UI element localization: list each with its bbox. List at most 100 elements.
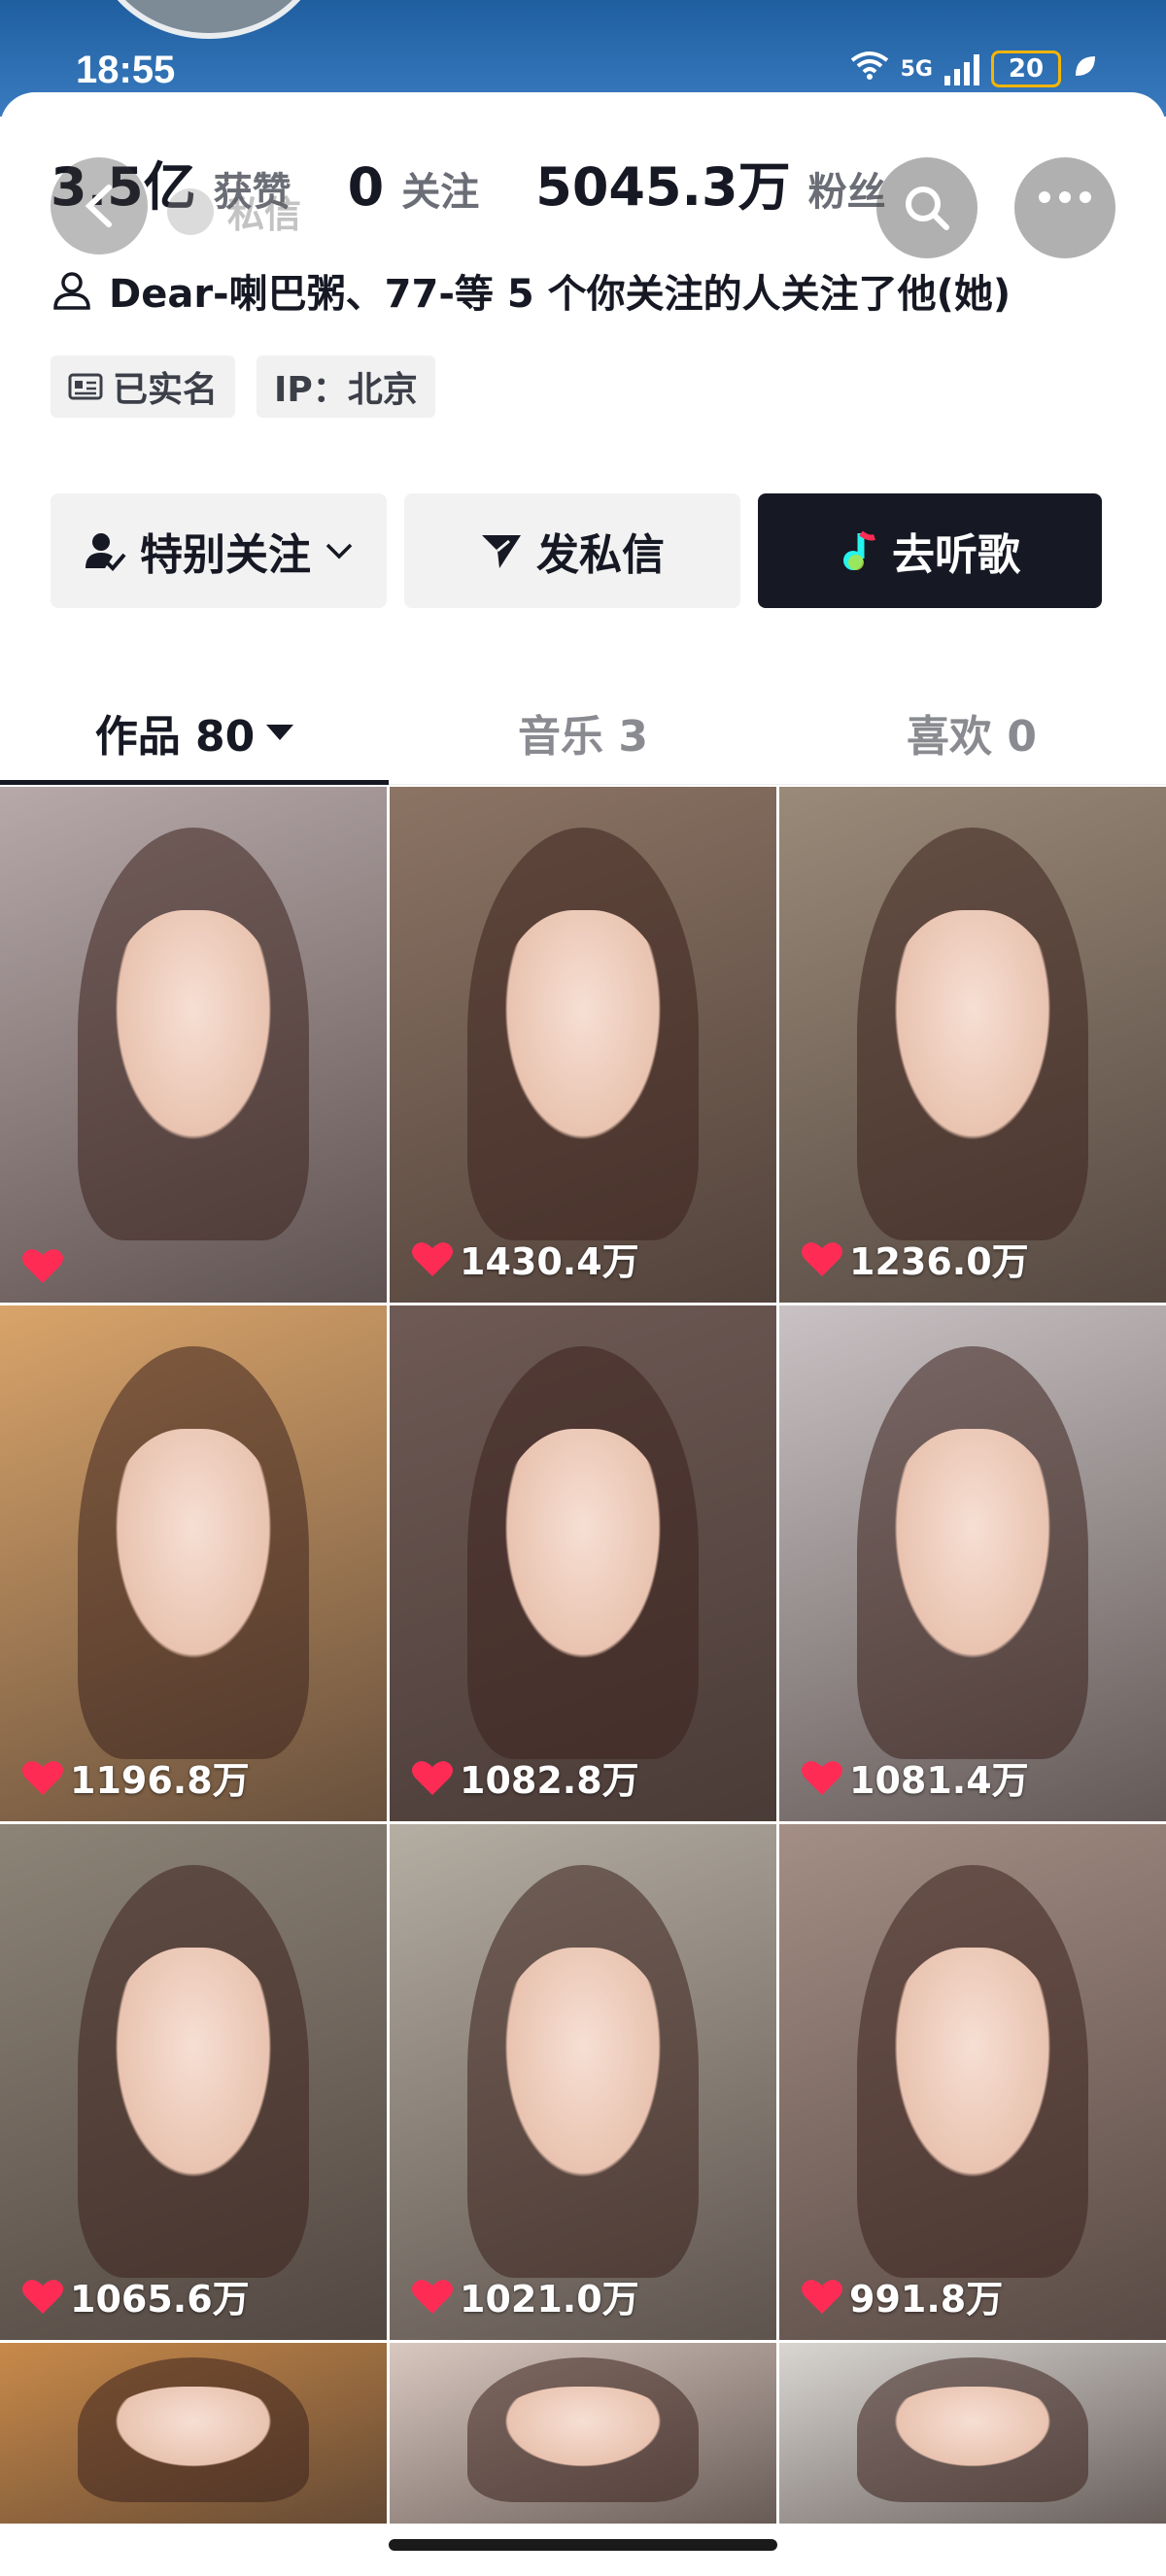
video-like-text: 1430.4万 <box>460 1240 639 1283</box>
followers-count[interactable]: 5045.3万 <box>535 144 790 220</box>
video-like-count: 1081.4万 <box>801 1750 1029 1804</box>
video-grid: 1430.4万 1236.0万 1196.8万 1082.8万 1081.4万 1065.… <box>0 787 1166 2524</box>
thumbnail-face <box>104 910 283 1159</box>
wifi-icon <box>850 51 889 87</box>
video-like-text: 1196.8万 <box>70 1759 250 1802</box>
heart-icon <box>22 1249 63 1283</box>
video-thumbnail[interactable] <box>0 2343 387 2524</box>
back-icon <box>85 185 112 227</box>
video-thumbnail[interactable]: 1021.0万 <box>390 1824 776 2340</box>
video-thumbnail[interactable]: 1430.4万 <box>390 787 776 1303</box>
verified-tag-label: 已实名 <box>113 370 219 410</box>
profile-tabs: 作品 80 音乐 3 喜欢 0 <box>0 680 1166 785</box>
leaf-icon <box>1073 53 1098 85</box>
thumbnail-face <box>104 1948 283 2196</box>
thumbnail-face <box>494 1948 672 2196</box>
mutual-followers-text: Dear-喇巴粥、77-等 5 个你关注的人关注了他(她) <box>109 272 1012 317</box>
search-icon <box>906 186 949 230</box>
video-like-text: 1082.8万 <box>460 1759 639 1802</box>
collapsed-title: 私信 <box>167 185 301 238</box>
listen-music-button[interactable]: 去听歌 <box>758 493 1102 608</box>
tab-likes-label: 喜欢 0 <box>907 711 1037 762</box>
video-thumbnail[interactable]: 1082.8万 <box>390 1305 776 1821</box>
thumbnail-face <box>883 1948 1062 2196</box>
following-label[interactable]: 关注 <box>401 160 479 217</box>
send-message-label: 发私信 <box>536 530 665 580</box>
special-follow-button[interactable]: 特别关注 <box>51 493 387 608</box>
thumbnail-face <box>104 2386 283 2473</box>
video-thumbnail[interactable] <box>779 2343 1166 2524</box>
video-thumbnail[interactable]: 1236.0万 <box>779 787 1166 1303</box>
video-like-count: 1082.8万 <box>411 1750 639 1804</box>
video-thumbnail[interactable]: 991.8万 <box>779 1824 1166 2340</box>
thumbnail-face <box>494 2386 672 2473</box>
video-thumbnail[interactable]: 1065.6万 <box>0 1824 387 2340</box>
heart-icon <box>412 1241 453 1276</box>
ip-tag: IP：北京 <box>257 356 435 418</box>
tab-music[interactable]: 音乐 3 <box>389 680 777 784</box>
video-thumbnail[interactable] <box>0 787 387 1303</box>
video-like-count: 1236.0万 <box>801 1232 1029 1285</box>
heart-icon <box>802 2279 842 2314</box>
mini-avatar <box>167 187 214 235</box>
back-button[interactable] <box>51 157 148 254</box>
followers-label[interactable]: 粉丝 <box>808 160 886 217</box>
video-like-text: 991.8万 <box>849 2278 1004 2321</box>
signal-icon <box>944 52 979 85</box>
thumbnail-face <box>883 1429 1062 1678</box>
battery-indicator: 20 <box>991 51 1061 87</box>
video-thumbnail[interactable] <box>390 2343 776 2524</box>
home-indicator[interactable] <box>389 2539 777 2551</box>
status-time: 18:55 <box>76 49 176 91</box>
search-button[interactable] <box>876 157 977 258</box>
video-like-count <box>21 1246 70 1285</box>
user-check-icon <box>86 533 126 571</box>
music-note-icon <box>843 530 875 570</box>
status-bar: 18:55 5G 20 <box>0 0 1166 97</box>
video-like-text: 1021.0万 <box>460 2278 639 2321</box>
more-icon <box>1039 191 1091 203</box>
id-card-icon <box>68 373 103 400</box>
video-like-count: 1021.0万 <box>411 2269 639 2322</box>
status-indicators: 5G 20 <box>850 51 1098 87</box>
profile-tags: 已实名 IP：北京 <box>51 356 435 418</box>
video-like-count: 1430.4万 <box>411 1232 639 1285</box>
listen-music-label: 去听歌 <box>892 530 1020 580</box>
send-message-button[interactable]: 发私信 <box>404 493 740 608</box>
more-button[interactable] <box>1014 157 1115 258</box>
video-like-count: 991.8万 <box>801 2269 1003 2322</box>
thumbnail-face <box>104 1429 283 1678</box>
tab-music-label: 音乐 3 <box>518 711 648 762</box>
tab-works-label: 作品 80 <box>94 711 256 762</box>
send-icon <box>482 535 521 568</box>
heart-icon <box>22 2279 63 2314</box>
heart-icon <box>22 1760 63 1795</box>
video-like-count: 1196.8万 <box>21 1750 250 1804</box>
following-count[interactable]: 0 <box>348 156 385 218</box>
thumbnail-face <box>883 2386 1062 2473</box>
thumbnail-face <box>494 1429 672 1678</box>
heart-icon <box>412 2279 453 2314</box>
profile-actions: 特别关注 发私信 去听歌 <box>51 493 1102 608</box>
special-follow-label: 特别关注 <box>140 530 311 580</box>
ip-tag-label: IP：北京 <box>274 370 418 410</box>
chevron-down-icon <box>326 543 353 559</box>
video-like-text: 1065.6万 <box>70 2278 250 2321</box>
verified-tag: 已实名 <box>51 356 236 418</box>
tab-works[interactable]: 作品 80 <box>0 680 389 785</box>
thumbnail-face <box>883 910 1062 1159</box>
video-like-text: 1081.4万 <box>849 1759 1029 1802</box>
video-thumbnail[interactable]: 1081.4万 <box>779 1305 1166 1821</box>
heart-icon <box>412 1760 453 1795</box>
network-type: 5G <box>900 56 933 82</box>
heart-icon <box>802 1760 842 1795</box>
tab-likes[interactable]: 喜欢 0 <box>777 680 1166 784</box>
video-like-count: 1065.6万 <box>21 2269 250 2322</box>
person-icon <box>53 272 90 310</box>
thumbnail-face <box>494 910 672 1159</box>
caret-down-icon[interactable] <box>266 724 294 740</box>
mutual-followers[interactable]: Dear-喇巴粥、77-等 5 个你关注的人关注了他(她) <box>51 262 1011 319</box>
collapsed-title-text: 私信 <box>227 193 302 236</box>
video-thumbnail[interactable]: 1196.8万 <box>0 1305 387 1821</box>
video-like-text: 1236.0万 <box>849 1240 1029 1283</box>
